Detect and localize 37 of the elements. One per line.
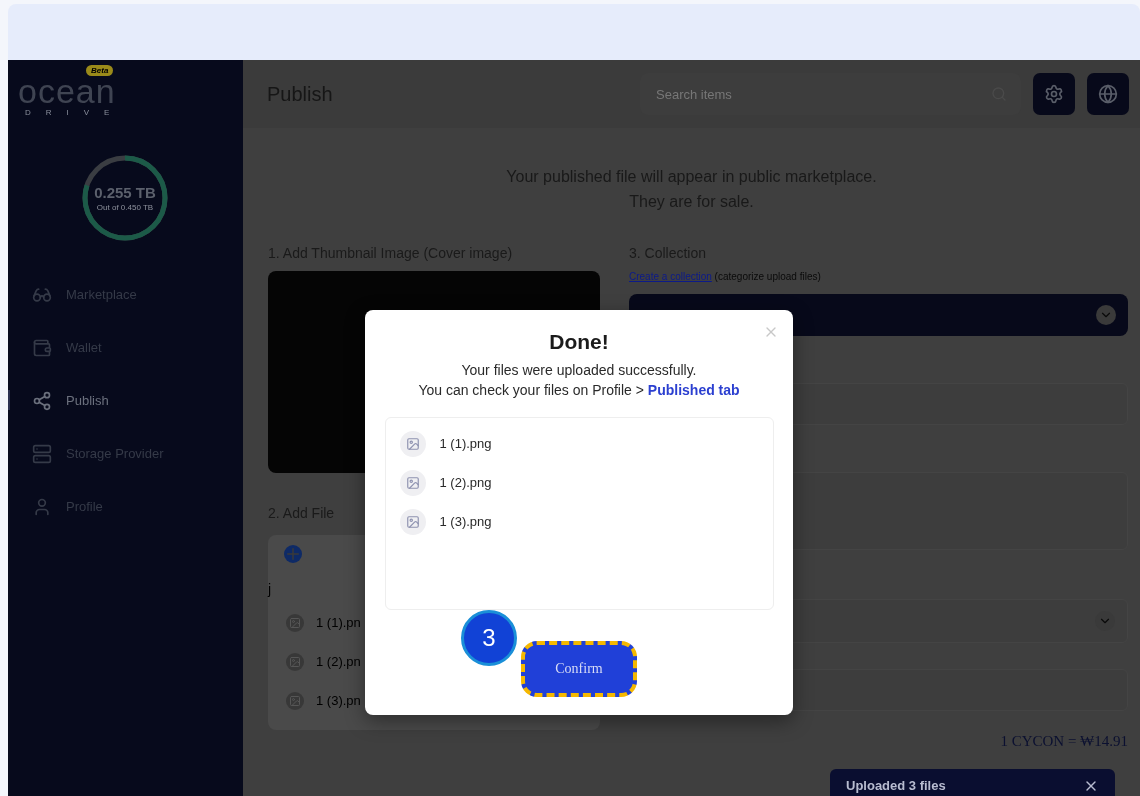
globe-icon: [1098, 84, 1118, 104]
server-icon: [32, 443, 52, 464]
image-icon: [286, 613, 304, 632]
file-name: 1 (2).pn: [316, 654, 361, 669]
storage-total: Out of 0.450 TB: [96, 203, 154, 212]
file-name: 1 (3).png: [439, 514, 492, 529]
image-icon: [399, 508, 426, 535]
toast-text: Uploaded 3 files: [846, 778, 946, 794]
step-badge: 3: [461, 610, 517, 667]
beta-badge: Beta: [86, 65, 114, 76]
storage-used: 0.255 TB: [94, 184, 156, 201]
file-name: 1 (2).png: [439, 475, 492, 490]
file-name: 1 (1).png: [439, 436, 492, 451]
image-icon: [399, 430, 426, 457]
image-icon: [286, 652, 304, 671]
file-name: 1 (3).pn: [316, 693, 361, 708]
dialog-title: Done!: [549, 330, 609, 354]
create-collection-link[interactable]: Create a collection: [629, 271, 712, 282]
settings-button[interactable]: [1033, 73, 1075, 115]
wallet-icon: [32, 337, 52, 358]
dialog-hint: You can check your files on Profile > Published tab: [418, 381, 740, 400]
image-icon: [399, 469, 426, 496]
share-icon: [32, 390, 52, 411]
user-icon: [32, 496, 52, 517]
logo-subtitle: DRIVE: [24, 108, 125, 117]
folder-name: j: [268, 581, 272, 597]
language-button[interactable]: [1087, 73, 1129, 115]
settings-icon: [1044, 84, 1064, 104]
file-name: 1 (1).pn: [316, 615, 361, 630]
search-input[interactable]: Search items: [654, 85, 991, 103]
logo-text: ocean: [18, 74, 116, 108]
chevron-icon: [1096, 305, 1116, 325]
dialog-message: Your files were uploaded successfully.: [460, 361, 698, 380]
confirm-button[interactable]: Confirm: [521, 641, 637, 698]
published-tab-link[interactable]: Published tab: [647, 382, 740, 398]
image-icon: [286, 691, 304, 710]
nav-item[interactable]: Publish: [8, 374, 243, 427]
